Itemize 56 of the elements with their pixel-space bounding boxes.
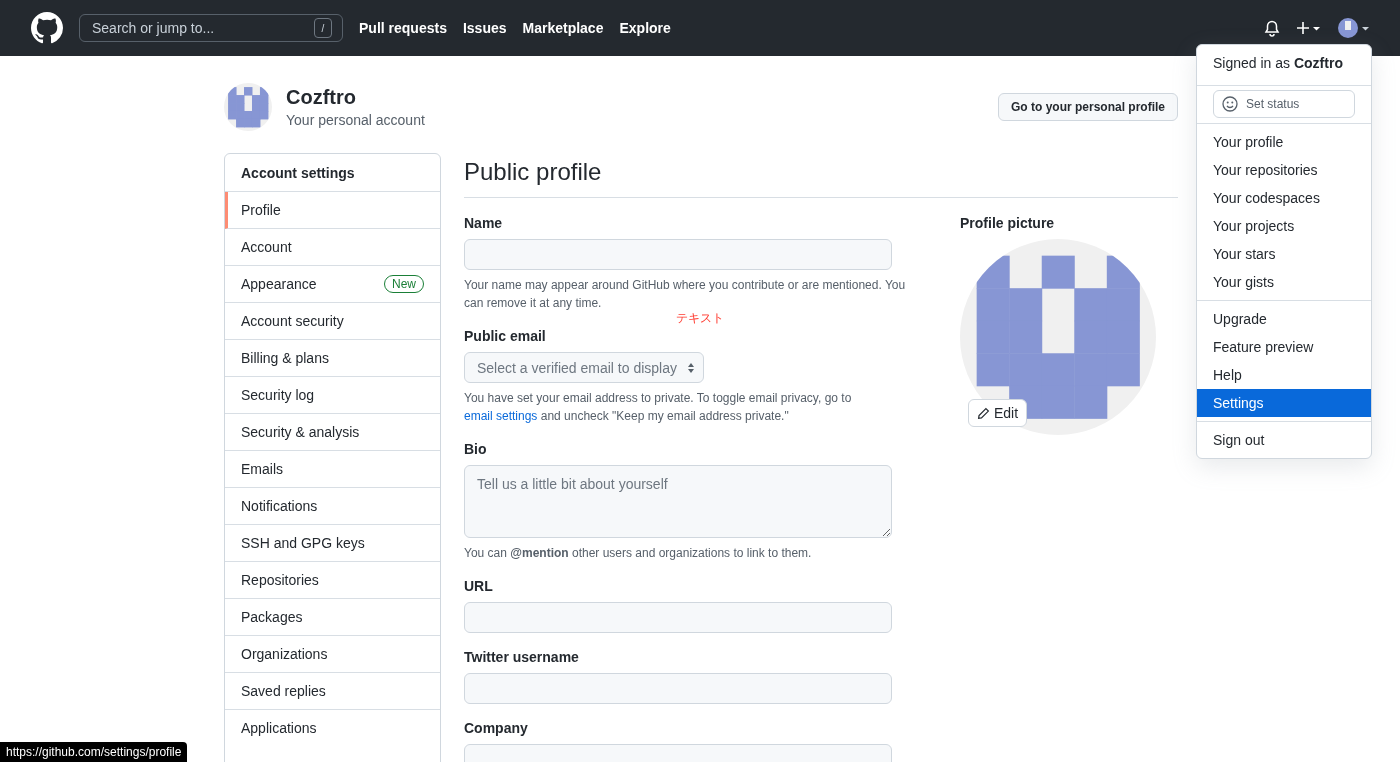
sidebar-item[interactable]: Notifications <box>225 488 440 525</box>
sidebar-item[interactable]: Emails <box>225 451 440 488</box>
sidebar-item[interactable]: Account <box>225 229 440 266</box>
menu-item[interactable]: Upgrade <box>1197 305 1371 333</box>
nav-link[interactable]: Pull requests <box>359 20 447 36</box>
nav-link[interactable]: Marketplace <box>522 20 604 36</box>
nav-link[interactable]: Explore <box>619 20 671 36</box>
sidebar-item[interactable]: Account security <box>225 303 440 340</box>
menu-item[interactable]: Your projects <box>1197 212 1371 240</box>
sidebar-item[interactable]: Applications <box>225 710 440 746</box>
bio-textarea[interactable]: Tell us a little bit about yourself <box>464 465 892 538</box>
edit-button[interactable]: Edit <box>968 399 1028 427</box>
sidebar-item[interactable]: Security & analysis <box>225 414 440 451</box>
page-title: Public profile <box>464 153 1178 198</box>
sidebar-item[interactable]: Billing & plans <box>225 340 440 377</box>
field-label: Public email <box>464 328 547 344</box>
nav-link[interactable]: Issues <box>462 20 507 36</box>
sidebar-item[interactable]: Security log <box>225 377 440 414</box>
sidebar-item[interactable]: Repositories <box>225 562 440 599</box>
account-subtitle: Your personal account <box>286 112 425 128</box>
field-label: Profile picture <box>960 215 1056 231</box>
menu-item[interactable]: Your codespaces <box>1197 184 1371 212</box>
menu-item[interactable]: Your stars <box>1197 240 1371 268</box>
account-name: Cozftro <box>286 86 357 109</box>
field-note: Your name may appear around GitHub where you contribute or are mentioned. You can remove it at any time. <box>464 277 907 312</box>
status-bar-url: https://github.com/settings/profile <box>0 742 188 762</box>
sidebar-heading: Account settings <box>225 154 440 192</box>
field-label: Name <box>464 215 504 231</box>
menu-item[interactable]: Your gists <box>1197 268 1371 296</box>
menu-item[interactable]: Your profile <box>1197 128 1371 156</box>
field-note: You have set your email address to private. To toggle email privacy, go to email settings and uncheck "Keep my email address private." <box>464 390 853 425</box>
sidebar-item[interactable]: Profile <box>225 192 440 229</box>
menu-item[interactable]: Feature preview <box>1197 333 1371 361</box>
annotation-text: テキスト <box>676 311 724 325</box>
email-settings-link[interactable]: email settings <box>464 409 538 423</box>
sidebar-item[interactable]: SSH and GPG keys <box>225 525 440 562</box>
personal-profile-button[interactable]: Go to your personal profile <box>998 93 1178 121</box>
slash-key: / <box>314 18 332 38</box>
sidebar-item[interactable]: Saved replies <box>225 673 440 710</box>
sidebar-item[interactable]: Packages <box>225 599 440 636</box>
search-field[interactable]: Search or jump to... / <box>79 14 343 42</box>
menu-item[interactable]: Your repositories <box>1197 156 1371 184</box>
menu-item[interactable]: Settings <box>1197 389 1371 417</box>
signed-in-text: Signed in as Cozftro <box>1212 54 1344 73</box>
email-select[interactable]: Select a verified email to display <box>464 352 704 383</box>
menu-item[interactable]: Sign out <box>1197 426 1371 454</box>
field-label: Bio <box>464 441 488 457</box>
field-label: Twitter username <box>464 649 580 665</box>
sidebar-item-label: Appearance <box>241 276 317 292</box>
sidebar-item[interactable]: Organizations <box>225 636 440 673</box>
sidebar-item[interactable]: Appearance New <box>225 266 440 303</box>
field-label: Company <box>464 720 529 736</box>
field-label: URL <box>464 578 494 594</box>
field-note: You can @mention other users and organizations to link to them. <box>464 545 813 562</box>
menu-item[interactable]: Help <box>1197 361 1371 389</box>
set-status-button[interactable]: Set status <box>1213 90 1355 118</box>
